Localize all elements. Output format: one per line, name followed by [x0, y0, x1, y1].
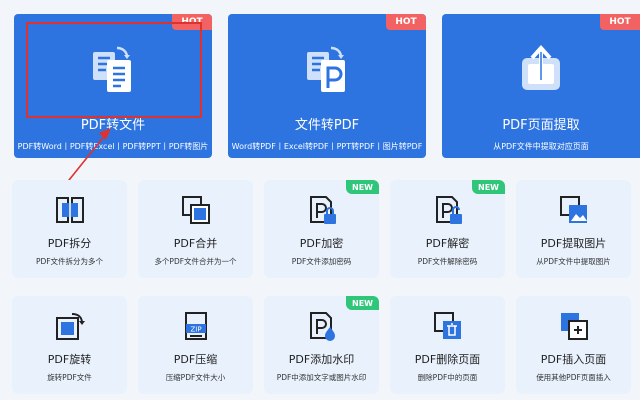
pdf-compress-card[interactable]: ZIP PDF压缩 压缩PDF文件大小 [138, 296, 253, 394]
hot-badge: HOT [386, 14, 426, 30]
merge-icon [181, 196, 210, 224]
svg-text:ZIP: ZIP [190, 326, 201, 334]
card-title: PDF页面提取 [502, 118, 580, 133]
pdf-merge-card[interactable]: PDF合并 多个PDF文件合并为一个 [138, 180, 253, 278]
image-icon [559, 196, 587, 223]
zip-icon: ZIP [184, 312, 207, 340]
card-title: PDF插入页面 [540, 353, 607, 366]
highlight-box [26, 22, 202, 118]
split-icon [55, 197, 84, 223]
pdf-rotate-card[interactable]: PDF旋转 旋转PDF文件 [12, 296, 127, 394]
trash-icon [433, 312, 461, 339]
lock-icon [309, 196, 336, 224]
rotate-icon [55, 313, 85, 340]
card-title: PDF解密 [425, 237, 470, 250]
card-title: PDF删除页面 [414, 353, 481, 366]
card-subtitle: 压缩PDF文件大小 [165, 373, 226, 382]
card-subtitle: PDF转Word丨PDF转Excel丨PDF转PPT丨PDF转图片 [17, 142, 209, 151]
card-subtitle: PDF文件拆分为多个 [35, 257, 104, 266]
pdf-watermark-card[interactable]: NEW PDF添加水印 PDF中添加文字或图片水印 [264, 296, 379, 394]
pdf-extract-image-card[interactable]: PDF提取图片 从PDF文件中提取图片 [516, 180, 631, 278]
new-badge: NEW [346, 296, 379, 310]
page-extract-card[interactable]: HOT PDF页面提取 从PDF文件中提取对应页面 [442, 14, 640, 158]
pdf-delete-page-card[interactable]: PDF删除页面 删除PDF中的页面 [390, 296, 505, 394]
pdf-insert-page-card[interactable]: PDF插入页面 使用其他PDF页面插入 [516, 296, 631, 394]
hot-badge: HOT [600, 14, 640, 30]
card-title: PDF拆分 [47, 237, 92, 250]
card-title: PDF提取图片 [540, 237, 607, 250]
extract-icon [522, 45, 560, 90]
unlock-icon [435, 196, 462, 224]
card-title: PDF添加水印 [288, 353, 355, 366]
file-to-pdf-card[interactable]: HOT 文件转PDF Word转PDF丨Excel转PDF丨PPT转PDF丨图片… [228, 14, 426, 158]
card-title: 文件转PDF [294, 118, 360, 133]
card-subtitle: 旋转PDF文件 [47, 373, 92, 382]
pdf-decrypt-card[interactable]: NEW PDF解密 PDF文件解除密码 [390, 180, 505, 278]
insert-icon [560, 313, 588, 340]
card-subtitle: 从PDF文件中提取对应页面 [493, 142, 589, 151]
card-subtitle: 使用其他PDF页面插入 [536, 373, 611, 382]
card-subtitle: 删除PDF中的页面 [417, 373, 478, 382]
watermark-icon [309, 312, 335, 341]
card-subtitle: PDF文件解除密码 [417, 257, 478, 266]
pdf-split-card[interactable]: PDF拆分 PDF文件拆分为多个 [12, 180, 127, 278]
card-subtitle: 从PDF文件中提取图片 [536, 257, 611, 266]
card-subtitle: 多个PDF文件合并为一个 [154, 257, 237, 266]
card-title: PDF旋转 [47, 353, 92, 366]
card-title: PDF压缩 [173, 353, 218, 366]
file-to-pdf-icon [307, 46, 345, 92]
card-subtitle: Word转PDF丨Excel转PDF丨PPT转PDF丨图片转PDF [231, 142, 423, 151]
card-subtitle: PDF中添加文字或图片水印 [276, 373, 367, 382]
pdf-encrypt-card[interactable]: NEW PDF加密 PDF文件添加密码 [264, 180, 379, 278]
card-title: PDF合并 [173, 237, 218, 250]
card-title: PDF加密 [299, 237, 344, 250]
card-subtitle: PDF文件添加密码 [291, 257, 352, 266]
new-badge: NEW [346, 180, 379, 194]
new-badge: NEW [472, 180, 505, 194]
